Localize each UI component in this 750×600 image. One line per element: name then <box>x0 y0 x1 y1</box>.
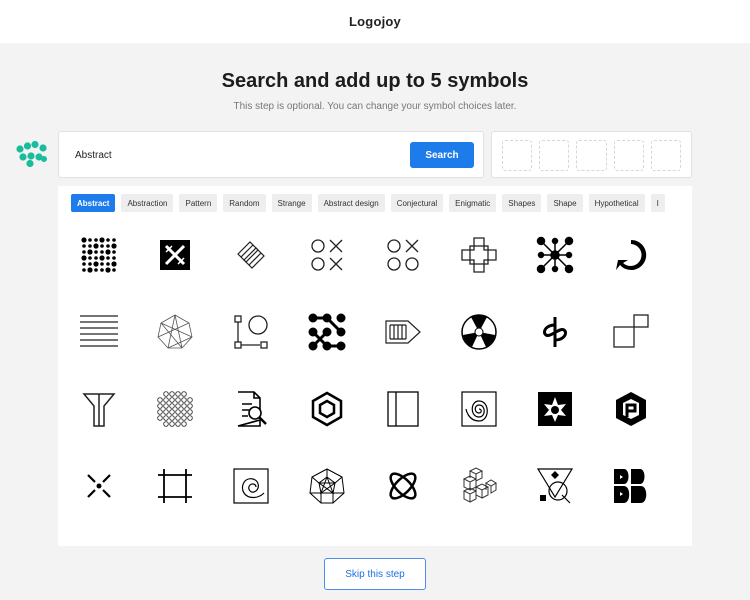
tag-chip[interactable]: Abstract design <box>317 194 385 212</box>
geometric-compass-icon[interactable] <box>536 467 574 505</box>
page-subheading: This step is optional. You can change yo… <box>233 101 517 112</box>
document-search-icon[interactable] <box>232 390 270 428</box>
symbol-grid <box>80 236 680 505</box>
dot-matrix-icon[interactable] <box>80 236 118 274</box>
molecule-icon[interactable] <box>536 236 574 274</box>
hex-p-icon[interactable] <box>612 390 650 428</box>
search-button[interactable]: Search <box>410 142 474 168</box>
pretzel-icon[interactable] <box>536 313 574 351</box>
app-title: Logojoy <box>349 14 401 29</box>
square-handles-icon[interactable] <box>156 467 194 505</box>
tag-chip[interactable]: Enigmatic <box>449 194 497 212</box>
symbol-slot[interactable] <box>502 140 533 171</box>
fork-icon[interactable] <box>80 390 118 428</box>
aperture-icon[interactable] <box>460 313 498 351</box>
tag-chip[interactable]: Conjectural <box>390 194 444 212</box>
circle-cross-grid-icon-2[interactable] <box>384 236 422 274</box>
top-bar: Logojoy <box>0 0 750 43</box>
circle-cross-grid-icon[interactable] <box>308 236 346 274</box>
spiral-frame-icon[interactable] <box>460 390 498 428</box>
page-heading: Search and add up to 5 symbols <box>221 70 529 92</box>
tag-chip[interactable]: Random <box>223 194 266 212</box>
geodesic-sphere-icon[interactable] <box>156 313 194 351</box>
symbol-panel: Abstract Abstraction Pattern Random Stra… <box>58 186 692 546</box>
search-box: Search <box>58 131 484 178</box>
book-frame-icon[interactable] <box>384 390 422 428</box>
selected-symbol-slots <box>491 131 692 178</box>
x-block-icon[interactable] <box>156 236 194 274</box>
tag-chip[interactable]: Abstract <box>71 194 116 212</box>
horizontal-lines-icon[interactable] <box>80 313 118 351</box>
dot-cluster-icon[interactable] <box>156 390 194 428</box>
bold-b-icon[interactable] <box>612 467 650 505</box>
spiral-square-icon[interactable] <box>232 467 270 505</box>
tag-filter-bar: Abstract Abstraction Pattern Random Stra… <box>71 194 692 212</box>
symbol-slot[interactable] <box>613 140 644 171</box>
x-dot-icon[interactable] <box>80 467 118 505</box>
company-logo-icon <box>16 140 47 168</box>
cross-outline-icon[interactable] <box>460 236 498 274</box>
star-square-icon[interactable] <box>536 390 574 428</box>
dot-network-icon[interactable] <box>308 313 346 351</box>
node-square-icon[interactable] <box>232 313 270 351</box>
tag-chip[interactable]: Hypothetical <box>588 194 645 212</box>
tag-chip[interactable]: Pattern <box>179 194 218 212</box>
skip-step-button[interactable]: Skip this step <box>324 558 426 590</box>
symbol-slot[interactable] <box>650 140 682 171</box>
symbol-slot[interactable] <box>576 140 607 171</box>
square-offset-icon[interactable] <box>612 313 650 351</box>
tag-chip[interactable]: Abstraction <box>121 194 174 212</box>
arrow-frame-icon[interactable] <box>384 313 422 351</box>
tag-chip[interactable]: Shapes <box>502 194 542 212</box>
tag-chip[interactable]: Strange <box>271 194 312 212</box>
atom-icon[interactable] <box>384 467 422 505</box>
search-input[interactable] <box>69 142 399 168</box>
tag-chip[interactable]: Shape <box>547 194 583 212</box>
stacked-chevron-icon[interactable] <box>232 236 270 274</box>
hexagon-icon[interactable] <box>308 390 346 428</box>
symbol-slot[interactable] <box>539 140 570 171</box>
tag-chip[interactable]: I <box>650 194 665 212</box>
polyhedron-icon[interactable] <box>308 467 346 505</box>
cubes-icon[interactable] <box>460 467 498 505</box>
arrow-circle-icon[interactable] <box>612 236 650 274</box>
